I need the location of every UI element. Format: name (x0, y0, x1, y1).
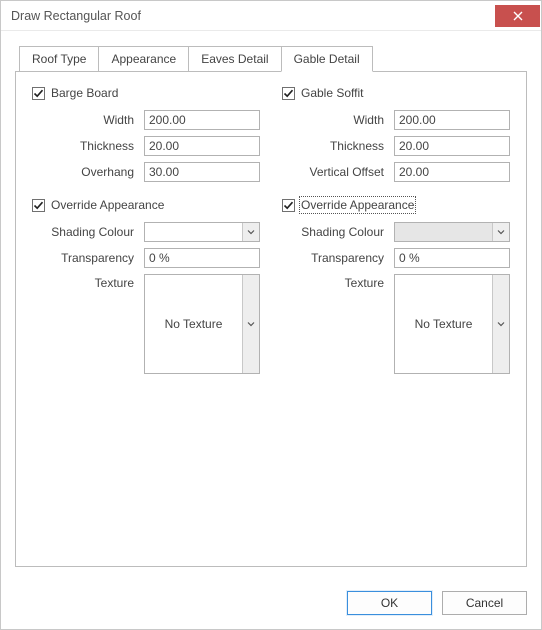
close-icon (513, 11, 523, 21)
dialog-footer: OK Cancel (1, 581, 541, 629)
close-button[interactable] (495, 5, 540, 27)
chevron-down-icon (497, 228, 505, 236)
dialog-window: Draw Rectangular Roof Roof Type Appearan… (0, 0, 542, 630)
vertical-offset-input-right[interactable] (394, 162, 510, 182)
texture-value-left: No Texture (145, 275, 242, 373)
check-icon (33, 88, 44, 99)
check-icon (283, 200, 294, 211)
width-input-right[interactable] (394, 110, 510, 130)
transparency-label-left: Transparency (32, 251, 144, 265)
vertical-offset-label-right: Vertical Offset (282, 165, 394, 179)
tab-gable-detail[interactable]: Gable Detail (281, 46, 373, 72)
tab-eaves-detail[interactable]: Eaves Detail (188, 46, 281, 72)
transparency-label-right: Transparency (282, 251, 394, 265)
shading-colour-combo-left[interactable] (144, 222, 260, 242)
texture-dropdown-button-right[interactable] (492, 275, 509, 373)
texture-picker-left[interactable]: No Texture (144, 274, 260, 374)
shading-colour-dropdown-button-left[interactable] (242, 223, 259, 241)
chevron-down-icon (247, 320, 255, 328)
transparency-input-right[interactable] (394, 248, 510, 268)
tabpanel-gable-detail: Barge Board Width Thickness Overhang (15, 71, 527, 567)
cancel-button[interactable]: Cancel (442, 591, 527, 615)
barge-board-label: Barge Board (51, 86, 118, 100)
width-input-left[interactable] (144, 110, 260, 130)
tab-roof-type[interactable]: Roof Type (19, 46, 99, 72)
thickness-input-left[interactable] (144, 136, 260, 156)
thickness-label-left: Thickness (32, 139, 144, 153)
check-icon (33, 200, 44, 211)
thickness-input-right[interactable] (394, 136, 510, 156)
chevron-down-icon (497, 320, 505, 328)
shading-colour-combo-right[interactable] (394, 222, 510, 242)
titlebar: Draw Rectangular Roof (1, 1, 541, 31)
dialog-body: Roof Type Appearance Eaves Detail Gable … (1, 31, 541, 581)
texture-dropdown-button-left[interactable] (242, 275, 259, 373)
ok-button[interactable]: OK (347, 591, 432, 615)
barge-board-checkbox[interactable] (32, 87, 45, 100)
width-label-right: Width (282, 113, 394, 127)
transparency-input-left[interactable] (144, 248, 260, 268)
gable-soffit-section: Gable Soffit Width Thickness Vertical Of… (282, 86, 510, 380)
gable-soffit-label: Gable Soffit (301, 86, 363, 100)
texture-label-left: Texture (32, 274, 144, 290)
overhang-input-left[interactable] (144, 162, 260, 182)
shading-colour-label-right: Shading Colour (282, 225, 394, 239)
texture-value-right: No Texture (395, 275, 492, 373)
shading-colour-label-left: Shading Colour (32, 225, 144, 239)
window-title: Draw Rectangular Roof (11, 9, 495, 23)
chevron-down-icon (247, 228, 255, 236)
overhang-label-left: Overhang (32, 165, 144, 179)
tab-appearance[interactable]: Appearance (98, 46, 189, 72)
tabstrip: Roof Type Appearance Eaves Detail Gable … (19, 45, 527, 71)
texture-picker-right[interactable]: No Texture (394, 274, 510, 374)
check-icon (283, 88, 294, 99)
override-appearance-label-left: Override Appearance (51, 198, 164, 212)
thickness-label-right: Thickness (282, 139, 394, 153)
width-label-left: Width (32, 113, 144, 127)
texture-label-right: Texture (282, 274, 394, 290)
shading-colour-dropdown-button-right[interactable] (492, 223, 509, 241)
barge-board-section: Barge Board Width Thickness Overhang (32, 86, 260, 380)
override-appearance-checkbox-left[interactable] (32, 199, 45, 212)
override-appearance-checkbox-right[interactable] (282, 199, 295, 212)
override-appearance-label-right: Override Appearance (301, 198, 414, 212)
gable-soffit-checkbox[interactable] (282, 87, 295, 100)
